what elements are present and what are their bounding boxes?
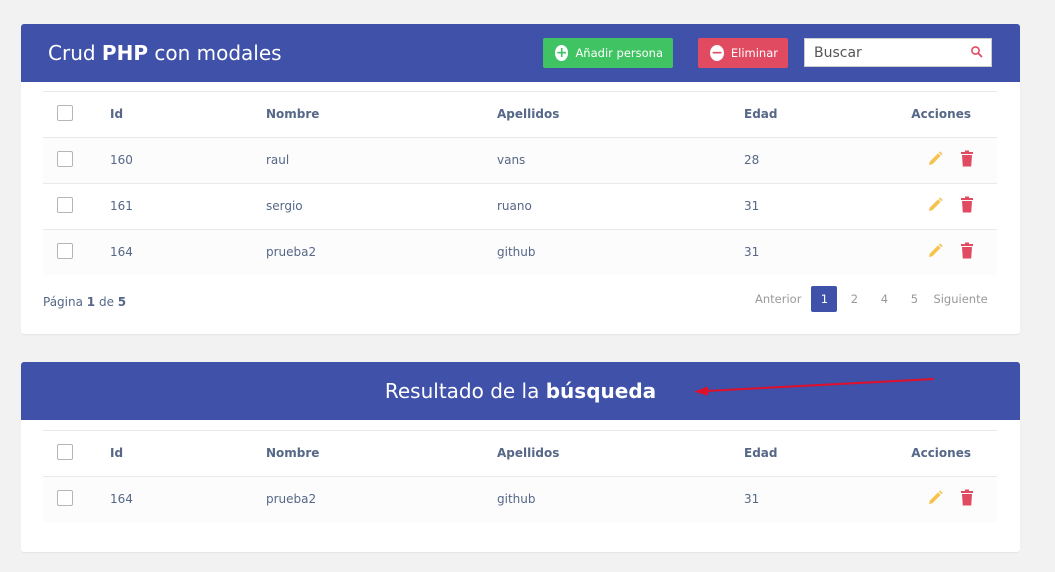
cell-edad: 31 xyxy=(744,245,760,259)
row-checkbox-cell xyxy=(57,230,73,275)
col-acciones-header: Acciones xyxy=(911,446,971,460)
pagination-previous[interactable]: Anterior xyxy=(755,286,801,312)
table-header-row: Id Nombre Apellidos Edad Acciones xyxy=(43,91,997,137)
col-acciones-header: Acciones xyxy=(911,107,971,121)
row-checkbox[interactable] xyxy=(57,151,73,167)
cell-apellidos: github xyxy=(497,245,536,259)
pencil-icon[interactable] xyxy=(926,242,944,260)
col-edad-header: Edad xyxy=(744,446,778,460)
delete-label: Eliminar xyxy=(730,46,778,60)
table-row: 161 sergio ruano 31 xyxy=(43,183,997,229)
pagination-next[interactable]: Siguiente xyxy=(933,286,987,312)
row-actions xyxy=(926,150,975,170)
trash-icon[interactable] xyxy=(959,150,975,168)
pagination-page-4[interactable]: 4 xyxy=(871,286,897,312)
crud-header: Crud PHP con modales + Añadir persona − … xyxy=(21,24,1020,82)
row-checkbox[interactable] xyxy=(57,490,73,506)
select-all-cell xyxy=(57,92,73,137)
row-actions xyxy=(926,196,975,216)
page-title: Crud PHP con modales xyxy=(48,41,282,65)
cell-apellidos: ruano xyxy=(497,199,532,213)
row-checkbox[interactable] xyxy=(57,197,73,213)
cell-id: 161 xyxy=(110,199,133,213)
row-actions xyxy=(926,489,975,509)
cell-id: 164 xyxy=(110,245,133,259)
search-box xyxy=(804,38,992,67)
cell-edad: 31 xyxy=(744,492,760,506)
table-header-row: Id Nombre Apellidos Edad Acciones xyxy=(43,430,997,476)
col-edad-header: Edad xyxy=(744,107,778,121)
col-id-header: Id xyxy=(110,107,124,121)
col-apellidos-header: Apellidos xyxy=(497,446,560,460)
search-result-card: Resultado de la búsqueda Id Nombre Apell… xyxy=(21,362,1020,552)
cell-id: 160 xyxy=(110,153,133,167)
pagination-page-2[interactable]: 2 xyxy=(841,286,867,312)
pencil-icon[interactable] xyxy=(926,489,944,507)
col-id-header: Id xyxy=(110,446,124,460)
cell-id: 164 xyxy=(110,492,133,506)
trash-icon[interactable] xyxy=(959,489,975,507)
search-input[interactable] xyxy=(805,39,964,66)
persons-table: Id Nombre Apellidos Edad Acciones 160 ra… xyxy=(43,91,997,275)
table-row: 164 prueba2 github 31 xyxy=(43,476,997,522)
table-row: 160 raul vans 28 xyxy=(43,137,997,183)
cell-apellidos: vans xyxy=(497,153,526,167)
trash-icon[interactable] xyxy=(959,196,975,214)
row-checkbox-cell xyxy=(57,477,73,522)
cell-nombre: prueba2 xyxy=(266,492,317,506)
pagination: Anterior 1 2 4 5 Siguiente xyxy=(755,286,988,312)
select-all-checkbox[interactable] xyxy=(57,444,73,460)
select-all-checkbox[interactable] xyxy=(57,105,73,121)
pagination-page-5[interactable]: 5 xyxy=(901,286,927,312)
row-checkbox-cell xyxy=(57,184,73,229)
cell-nombre: raul xyxy=(266,153,290,167)
cell-edad: 31 xyxy=(744,199,760,213)
cell-nombre: sergio xyxy=(266,199,303,213)
trash-icon[interactable] xyxy=(959,242,975,260)
cell-edad: 28 xyxy=(744,153,760,167)
cell-apellidos: github xyxy=(497,492,536,506)
delete-button[interactable]: − Eliminar xyxy=(698,38,788,68)
col-nombre-header: Nombre xyxy=(266,446,320,460)
result-header: Resultado de la búsqueda xyxy=(21,362,1020,420)
pagination-page-1[interactable]: 1 xyxy=(811,286,838,312)
table-row: 164 prueba2 github 31 xyxy=(43,229,997,275)
row-checkbox[interactable] xyxy=(57,243,73,259)
search-icon[interactable] xyxy=(970,45,984,59)
row-checkbox-cell xyxy=(57,138,73,183)
result-title: Resultado de la búsqueda xyxy=(384,379,657,403)
crud-card: Crud PHP con modales + Añadir persona − … xyxy=(21,24,1020,334)
row-actions xyxy=(926,242,975,262)
add-person-button[interactable]: + Añadir persona xyxy=(543,38,673,68)
minus-circle-icon: − xyxy=(710,45,724,61)
page-info: Página 1 de 5 xyxy=(43,295,127,309)
plus-circle-icon: + xyxy=(555,45,569,61)
pencil-icon[interactable] xyxy=(926,196,944,214)
col-apellidos-header: Apellidos xyxy=(497,107,560,121)
cell-nombre: prueba2 xyxy=(266,245,317,259)
add-person-label: Añadir persona xyxy=(575,46,663,60)
pencil-icon[interactable] xyxy=(926,150,944,168)
select-all-cell xyxy=(57,431,73,476)
result-table: Id Nombre Apellidos Edad Acciones 164 pr… xyxy=(43,430,997,522)
col-nombre-header: Nombre xyxy=(266,107,320,121)
